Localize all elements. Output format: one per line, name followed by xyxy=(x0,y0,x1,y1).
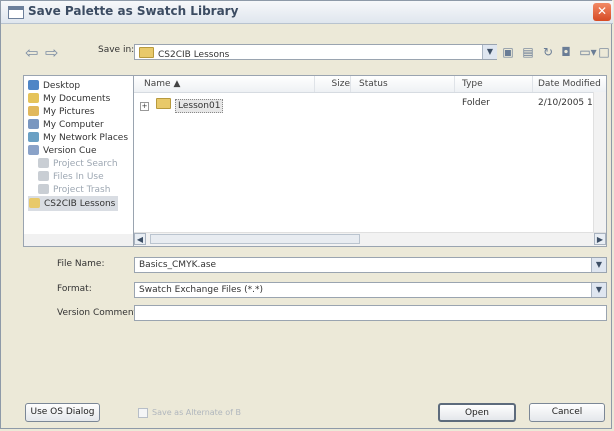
folder-icon xyxy=(156,98,171,109)
column-label: Type xyxy=(462,79,483,89)
place-my-network-places[interactable]: My Network Places xyxy=(28,132,128,143)
chevron-down-icon[interactable]: ▼ xyxy=(482,45,497,59)
place-my-pictures[interactable]: My Pictures xyxy=(28,106,95,117)
delete-icon[interactable]: ◘ xyxy=(559,45,573,59)
documents-icon xyxy=(28,93,39,103)
format-value: Swatch Exchange Files (*.*) xyxy=(139,285,263,295)
place-cs2cib-lessons[interactable]: CS2CIB Lessons xyxy=(28,196,119,211)
window-icon xyxy=(8,6,24,19)
places-scrollbar[interactable] xyxy=(24,234,133,246)
refresh-icon[interactable]: ↻ xyxy=(541,45,555,59)
place-desktop[interactable]: Desktop xyxy=(28,80,80,91)
scroll-right-icon[interactable]: ▶ xyxy=(594,233,606,245)
column-label: Status xyxy=(359,79,388,89)
place-files-in-use: Files In Use xyxy=(38,171,104,182)
place-my-computer[interactable]: My Computer xyxy=(28,119,104,130)
format-dropdown[interactable]: Swatch Exchange Files (*.*) ▼ xyxy=(134,282,607,298)
table-row[interactable]: + Lesson01 xyxy=(140,98,224,113)
version-comments-label: Version Comments: xyxy=(57,308,145,318)
column-name[interactable]: Name ▲ xyxy=(144,76,315,92)
column-label: Size xyxy=(331,79,350,89)
place-project-trash: Project Trash xyxy=(38,184,110,195)
sort-ascending-icon: ▲ xyxy=(173,79,181,89)
place-label: My Computer xyxy=(43,120,104,130)
save-as-alternate-checkbox xyxy=(138,408,148,418)
file-date-cell: 2/10/2005 10 xyxy=(538,98,599,108)
file-name-cell: Lesson01 xyxy=(175,99,224,113)
search-icon xyxy=(38,158,49,168)
column-type[interactable]: Type xyxy=(462,76,533,92)
tools-menu-icon[interactable]: □ xyxy=(597,45,611,59)
new-folder-icon[interactable]: ▤ xyxy=(521,45,535,59)
file-name-field[interactable]: Basics_CMYK.ase ▼ xyxy=(134,257,607,273)
open-button[interactable]: Open xyxy=(438,403,516,422)
horizontal-scrollbar[interactable]: ◀ ▶ xyxy=(134,232,606,246)
places-sidebar: Desktop My Documents My Pictures My Comp… xyxy=(23,75,134,247)
file-type-cell: Folder xyxy=(462,98,490,108)
cancel-button[interactable]: Cancel xyxy=(529,403,605,422)
file-list: Name ▲ Size Status Type Date Modified + L… xyxy=(133,75,607,247)
save-in-label: Save in: xyxy=(98,45,135,55)
save-in-dropdown[interactable]: CS2CIB Lessons xyxy=(134,44,497,60)
chevron-down-icon[interactable]: ▼ xyxy=(591,258,606,272)
place-project-search: Project Search xyxy=(38,158,118,169)
folder-icon xyxy=(29,198,40,208)
place-label: Project Trash xyxy=(53,185,111,195)
use-os-dialog-button[interactable]: Use OS Dialog xyxy=(25,403,100,422)
place-label: Project Search xyxy=(53,159,118,169)
scroll-thumb[interactable] xyxy=(150,234,360,244)
place-my-documents[interactable]: My Documents xyxy=(28,93,110,104)
chevron-down-icon[interactable]: ▼ xyxy=(591,283,606,297)
file-name-label: File Name: xyxy=(57,259,105,269)
column-label: Date Modified xyxy=(538,79,601,89)
expand-icon[interactable]: + xyxy=(140,102,149,111)
place-label: My Network Places xyxy=(43,133,129,143)
format-label: Format: xyxy=(57,284,92,294)
place-label: My Pictures xyxy=(43,107,95,117)
place-label: Version Cue xyxy=(43,146,97,156)
back-icon[interactable]: ⇦ xyxy=(25,43,38,62)
computer-icon xyxy=(28,119,39,129)
column-size[interactable]: Size xyxy=(320,76,351,92)
place-label: CS2CIB Lessons xyxy=(44,199,116,209)
files-icon xyxy=(38,171,49,181)
file-name-value: Basics_CMYK.ase xyxy=(139,260,217,270)
up-folder-icon[interactable]: ▣ xyxy=(501,45,515,59)
place-label: Files In Use xyxy=(53,172,104,182)
save-as-alternate-label: Save as Alternate of B xyxy=(152,408,242,417)
column-status[interactable]: Status xyxy=(359,76,455,92)
view-menu-icon[interactable]: ▭▾ xyxy=(579,45,597,59)
place-label: Desktop xyxy=(43,81,81,91)
column-date-modified[interactable]: Date Modified xyxy=(538,76,606,92)
place-version-cue[interactable]: Version Cue xyxy=(28,145,96,156)
network-icon xyxy=(28,132,39,142)
column-label: Name xyxy=(144,79,171,89)
pictures-icon xyxy=(28,106,39,116)
title-bar[interactable]: Save Palette as Swatch Library ✕ xyxy=(1,1,613,24)
vertical-scrollbar[interactable] xyxy=(593,92,606,234)
close-button[interactable]: ✕ xyxy=(593,3,611,21)
version-cue-icon xyxy=(28,145,39,155)
forward-icon[interactable]: ⇨ xyxy=(45,43,58,62)
save-in-value: CS2CIB Lessons xyxy=(158,50,230,60)
save-dialog: Save Palette as Swatch Library ✕ ⇦ ⇨ Sav… xyxy=(0,0,613,429)
scroll-left-icon[interactable]: ◀ xyxy=(134,233,146,245)
desktop-icon xyxy=(28,80,39,90)
trash-icon xyxy=(38,184,49,194)
place-label: My Documents xyxy=(43,94,111,104)
version-comments-field[interactable] xyxy=(134,305,607,321)
folder-icon xyxy=(139,47,154,58)
window-title: Save Palette as Swatch Library xyxy=(28,4,239,18)
